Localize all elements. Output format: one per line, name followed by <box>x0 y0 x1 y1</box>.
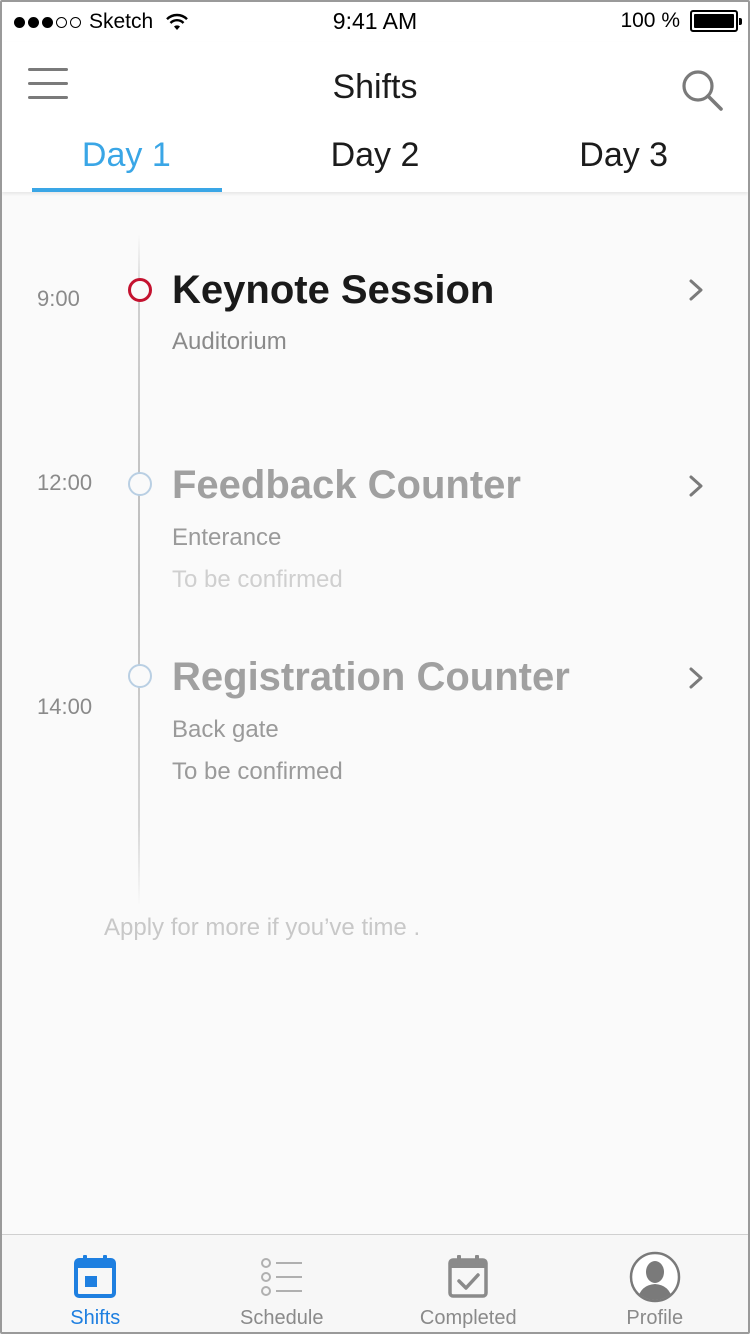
shift-location: Back gate <box>172 716 279 743</box>
navigation-bar: Shifts Day 1 Day 2 Day 3 <box>2 42 748 192</box>
shift-location: Enterance <box>172 524 282 551</box>
timeline-node-current <box>128 278 152 302</box>
shift-time: 12:00 <box>37 470 93 495</box>
tabbar-label: Schedule <box>240 1307 324 1329</box>
chevron-right-icon <box>689 667 703 689</box>
timeline-node <box>128 664 152 688</box>
bottom-tab-bar: Shifts Schedule Completed Profile <box>2 1234 749 1332</box>
tabbar-item-shifts[interactable]: Shifts <box>2 1235 189 1332</box>
shift-title: Registration Counter <box>172 655 570 699</box>
battery-icon <box>690 10 742 32</box>
tab-day-3[interactable]: Day 3 <box>499 132 748 192</box>
shift-item-keynote-session[interactable]: 9:00 Keynote Session Auditorium <box>2 262 748 372</box>
profile-avatar-icon <box>629 1251 680 1303</box>
tab-day-2[interactable]: Day 2 <box>251 132 500 192</box>
shift-item-feedback-counter[interactable]: 12:00 Feedback Counter Enterance To be c… <box>2 460 748 600</box>
battery-percentage: 100 % <box>620 9 680 32</box>
tabbar-label: Shifts <box>70 1307 121 1329</box>
tabbar-item-profile[interactable]: Profile <box>562 1235 749 1332</box>
app-screen: Sketch 9:41 AM 100 % Shifts Day 1 Day 2 … <box>0 0 750 1334</box>
tab-day-1[interactable]: Day 1 <box>2 132 251 192</box>
tabbar-item-schedule[interactable]: Schedule <box>189 1235 376 1332</box>
tabbar-label: Completed <box>419 1307 517 1329</box>
tabbar-label: Profile <box>626 1307 684 1329</box>
active-tab-indicator <box>32 188 222 192</box>
chevron-right-icon <box>689 475 703 497</box>
chevron-right-icon <box>689 279 703 301</box>
search-icon <box>682 70 723 111</box>
status-bar: Sketch 9:41 AM 100 % <box>2 2 748 42</box>
day-tabs: Day 1 Day 2 Day 3 <box>2 132 748 192</box>
calendar-check-icon <box>448 1255 488 1298</box>
shift-status-note: To be confirmed <box>172 566 343 593</box>
shifts-timeline: 9:00 Keynote Session Auditorium 12:00 Fe… <box>2 192 748 1234</box>
shift-location: Auditorium <box>172 328 287 355</box>
timeline-node <box>128 472 152 496</box>
status-right: 100 % <box>620 9 742 33</box>
shift-title: Feedback Counter <box>172 463 521 507</box>
tabbar-item-completed[interactable]: Completed <box>375 1235 562 1332</box>
shift-item-registration-counter[interactable]: 14:00 Registration Counter Back gate To … <box>2 652 748 792</box>
page-title: Shifts <box>332 68 418 106</box>
shift-title: Keynote Session <box>172 268 495 312</box>
list-icon <box>260 1258 302 1296</box>
calendar-icon <box>74 1255 117 1298</box>
apply-more-link[interactable]: Apply for more if you’ve time . <box>104 914 420 942</box>
shift-time: 14:00 <box>37 694 93 719</box>
shift-time: 9:00 <box>37 286 80 311</box>
search-button[interactable] <box>678 66 726 114</box>
shift-status-note: To be confirmed <box>172 758 343 785</box>
